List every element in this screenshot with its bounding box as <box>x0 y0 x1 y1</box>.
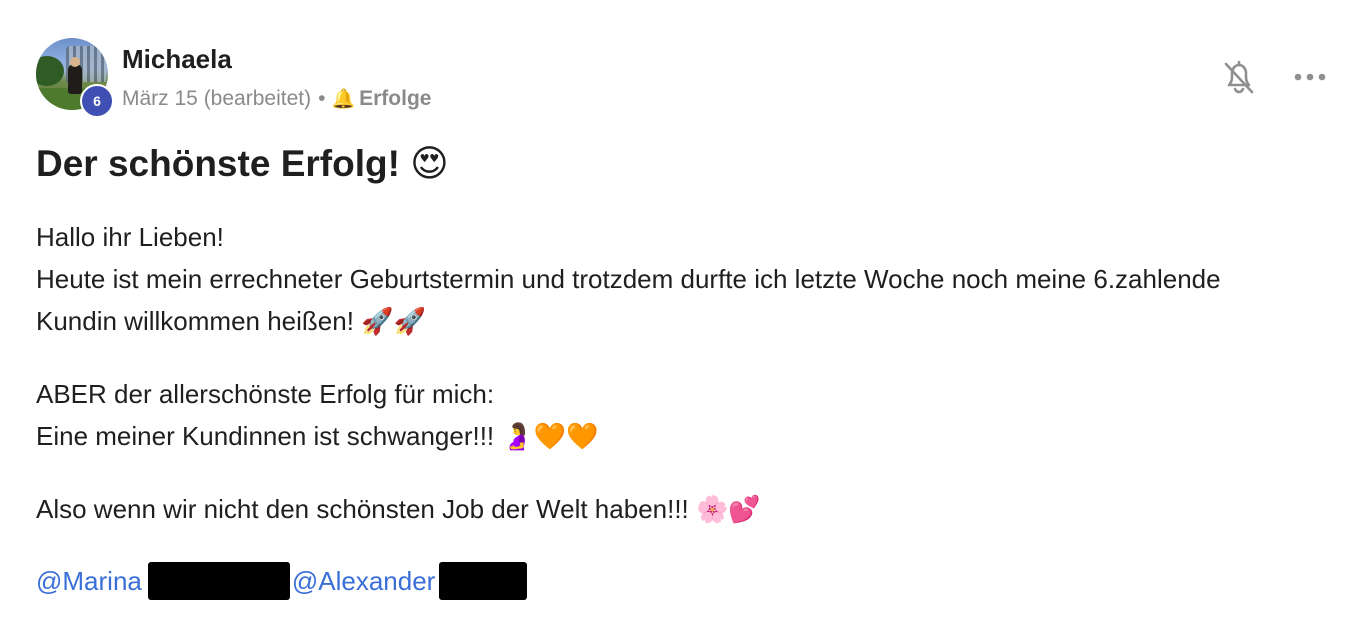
avatar-photo-head <box>70 57 80 67</box>
mention-link[interactable]: @Alexander <box>292 566 435 597</box>
author-avatar-wrapper[interactable]: 6 <box>36 38 114 118</box>
redaction-bar <box>147 562 290 600</box>
bell-category-icon: 🔔 <box>331 89 356 110</box>
post-paragraph: ABER der allerschönste Erfolg für mich: … <box>36 379 599 451</box>
author-name[interactable]: Michaela <box>122 44 232 75</box>
category-link[interactable]: Erfolge <box>359 87 431 111</box>
post-actions <box>1222 58 1326 96</box>
post-paragraph: Hallo ihr Lieben! Heute ist mein errechn… <box>36 222 1221 336</box>
bell-off-icon[interactable] <box>1222 58 1256 96</box>
post-paragraph: Also wenn wir nicht den schönsten Job de… <box>36 494 761 524</box>
mention-link[interactable]: @Marina <box>36 566 142 597</box>
post-body: Hallo ihr Lieben! Heute ist mein errechn… <box>36 216 1296 561</box>
post-header: 6 Michaela März 15 (bearbeitet) • 🔔 Erfo… <box>36 38 936 118</box>
mentions-row: @Marina @Alexander <box>36 562 528 600</box>
meta-separator: • <box>318 87 326 110</box>
avatar-photo-person <box>68 64 82 94</box>
redaction-bar <box>439 562 528 600</box>
level-badge: 6 <box>80 84 114 118</box>
post-card: 6 Michaela März 15 (bearbeitet) • 🔔 Erfo… <box>0 0 1370 626</box>
more-horizontal-icon[interactable] <box>1294 71 1326 83</box>
avatar-photo-tree <box>36 56 64 86</box>
post-date[interactable]: März 15 (bearbeitet) <box>122 87 311 111</box>
post-meta: März 15 (bearbeitet) • 🔔 Erfolge <box>122 87 431 111</box>
post-title: Der schönste Erfolg! 😍 <box>36 143 449 184</box>
